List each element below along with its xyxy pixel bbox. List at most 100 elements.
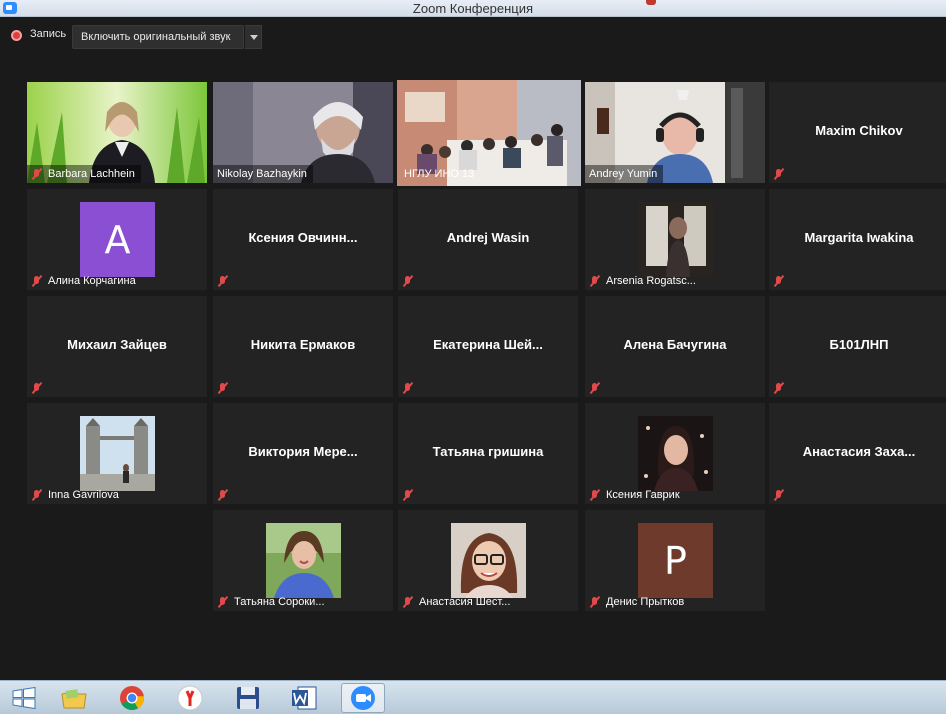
- save-disk-icon[interactable]: [226, 683, 270, 713]
- muted-mic-icon: [773, 382, 785, 394]
- muted-mic-icon: [589, 275, 601, 287]
- participant-footer: Денис Прытков: [585, 593, 690, 611]
- avatar-letter: A: [80, 202, 155, 277]
- participant-tile[interactable]: Татьяна гришина: [398, 403, 578, 504]
- participant-tile[interactable]: Nikolay Bazhaykin: [213, 82, 393, 183]
- participant-display-name: Ксения Овчинн...: [248, 230, 358, 245]
- word-icon[interactable]: [282, 683, 326, 713]
- participant-tile[interactable]: Margarita Iwakina: [769, 189, 946, 290]
- participant-footer: НГЛУ ИНО 13: [400, 165, 480, 183]
- muted-mic-icon: [402, 275, 414, 287]
- participant-footer: Arsenia Rogatsc...: [585, 272, 702, 290]
- participant-tile[interactable]: Inna Gavrilova: [27, 403, 207, 504]
- participant-tile[interactable]: Анастасия Шест...: [398, 510, 578, 611]
- participant-tile[interactable]: Б101ЛНП: [769, 296, 946, 397]
- participant-tile[interactable]: Barbara Lachhein: [27, 82, 207, 183]
- windows-start-icon[interactable]: [2, 683, 46, 713]
- original-sound-button[interactable]: Включить оригинальный звук: [72, 25, 244, 49]
- participant-display-name: Екатерина Шей...: [433, 337, 543, 352]
- participant-name: Денис Прытков: [606, 596, 685, 608]
- participant-footer: [27, 379, 54, 397]
- participant-tile[interactable]: Михаил Зайцев: [27, 296, 207, 397]
- participant-name: Nikolay Bazhaykin: [217, 168, 307, 180]
- muted-mic-icon: [402, 489, 414, 501]
- participant-tile[interactable]: Виктория Мере...: [213, 403, 393, 504]
- participant-display-name: Andrej Wasin: [446, 230, 530, 245]
- participant-tile[interactable]: Arsenia Rogatsc...: [585, 189, 765, 290]
- window-title-bar: Zoom Конференция: [0, 0, 946, 17]
- file-explorer-icon[interactable]: [52, 683, 96, 713]
- participant-tile[interactable]: Ксения Гаврик: [585, 403, 765, 504]
- participant-footer: Nikolay Bazhaykin: [213, 165, 313, 183]
- muted-mic-icon: [773, 489, 785, 501]
- participant-tile-active-speaker[interactable]: НГЛУ ИНО 13: [397, 80, 581, 186]
- participant-display-name: Михаил Зайцев: [67, 337, 167, 352]
- muted-mic-icon: [773, 168, 785, 180]
- participant-name: Татьяна Сороки...: [234, 596, 325, 608]
- muted-mic-icon: [217, 382, 229, 394]
- participant-tile[interactable]: Екатерина Шей...: [398, 296, 578, 397]
- participant-footer: [213, 272, 240, 290]
- participant-photo: [266, 523, 341, 598]
- participant-tile[interactable]: P Денис Прытков: [585, 510, 765, 611]
- muted-mic-icon: [31, 489, 43, 501]
- window-title: Zoom Конференция: [412, 1, 534, 16]
- muted-mic-icon: [217, 275, 229, 287]
- participant-tile[interactable]: Ксения Овчинн...: [213, 189, 393, 290]
- avatar-letter: P: [638, 523, 713, 598]
- participant-tile[interactable]: Анастасия Заха...: [769, 403, 946, 504]
- participant-name: Andrey Yumin: [589, 168, 658, 180]
- recording-bar: Запись Включить оригинальный звук: [0, 17, 946, 53]
- muted-mic-icon: [31, 275, 43, 287]
- participant-display-name: Margarita Iwakina: [804, 230, 914, 245]
- participant-tile[interactable]: Maxim Chikov: [769, 82, 946, 183]
- participant-tile[interactable]: Алена Бачугина: [585, 296, 765, 397]
- participant-name: Анастасия Шест...: [419, 596, 511, 608]
- participant-name: Алина Корчагина: [48, 275, 136, 287]
- participant-footer: [769, 165, 796, 183]
- participant-footer: Алина Корчагина: [27, 272, 142, 290]
- participant-footer: [398, 486, 425, 504]
- participant-photo: [638, 202, 713, 277]
- yandex-browser-icon[interactable]: [168, 683, 212, 713]
- muted-mic-icon: [589, 489, 601, 501]
- muted-mic-icon: [31, 382, 43, 394]
- muted-mic-icon: [589, 382, 601, 394]
- participant-tile[interactable]: Никита Ермаков: [213, 296, 393, 397]
- participant-tile[interactable]: Татьяна Сороки...: [213, 510, 393, 611]
- participant-tile[interactable]: Andrej Wasin: [398, 189, 578, 290]
- participant-footer: [769, 272, 796, 290]
- title-bar-notch: [646, 0, 656, 5]
- zoom-icon[interactable]: [341, 683, 385, 713]
- muted-mic-icon: [217, 596, 229, 608]
- participant-footer: [585, 379, 612, 397]
- original-sound-dropdown-icon[interactable]: [244, 25, 262, 49]
- participant-display-name: Б101ЛНП: [829, 337, 889, 352]
- muted-mic-icon: [773, 275, 785, 287]
- participant-tile[interactable]: Andrey Yumin: [585, 82, 765, 183]
- participant-footer: Татьяна Сороки...: [213, 593, 331, 611]
- participant-name: НГЛУ ИНО 13: [404, 168, 475, 180]
- participant-footer: Barbara Lachhein: [27, 165, 141, 183]
- participant-footer: Inna Gavrilova: [27, 486, 125, 504]
- participant-photo: [638, 416, 713, 491]
- participant-name: Arsenia Rogatsc...: [606, 275, 696, 287]
- participant-display-name: Никита Ермаков: [250, 337, 356, 352]
- participant-display-name: Алена Бачугина: [623, 337, 727, 352]
- muted-mic-icon: [402, 596, 414, 608]
- muted-mic-icon: [217, 489, 229, 501]
- participant-display-name: Татьяна гришина: [432, 444, 544, 459]
- chrome-icon[interactable]: [110, 683, 154, 713]
- participant-display-name: Виктория Мере...: [248, 444, 358, 459]
- recording-icon: [11, 30, 22, 41]
- muted-mic-icon: [589, 596, 601, 608]
- participant-footer: Анастасия Шест...: [398, 593, 516, 611]
- participant-name: Barbara Lachhein: [48, 168, 135, 180]
- participant-footer: [769, 379, 796, 397]
- participant-footer: [398, 379, 425, 397]
- participant-display-name: Maxim Chikov: [815, 123, 903, 138]
- windows-taskbar: [0, 680, 946, 714]
- participant-tile[interactable]: A Алина Корчагина: [27, 189, 207, 290]
- participant-name: Inna Gavrilova: [48, 489, 119, 501]
- participant-footer: [213, 486, 240, 504]
